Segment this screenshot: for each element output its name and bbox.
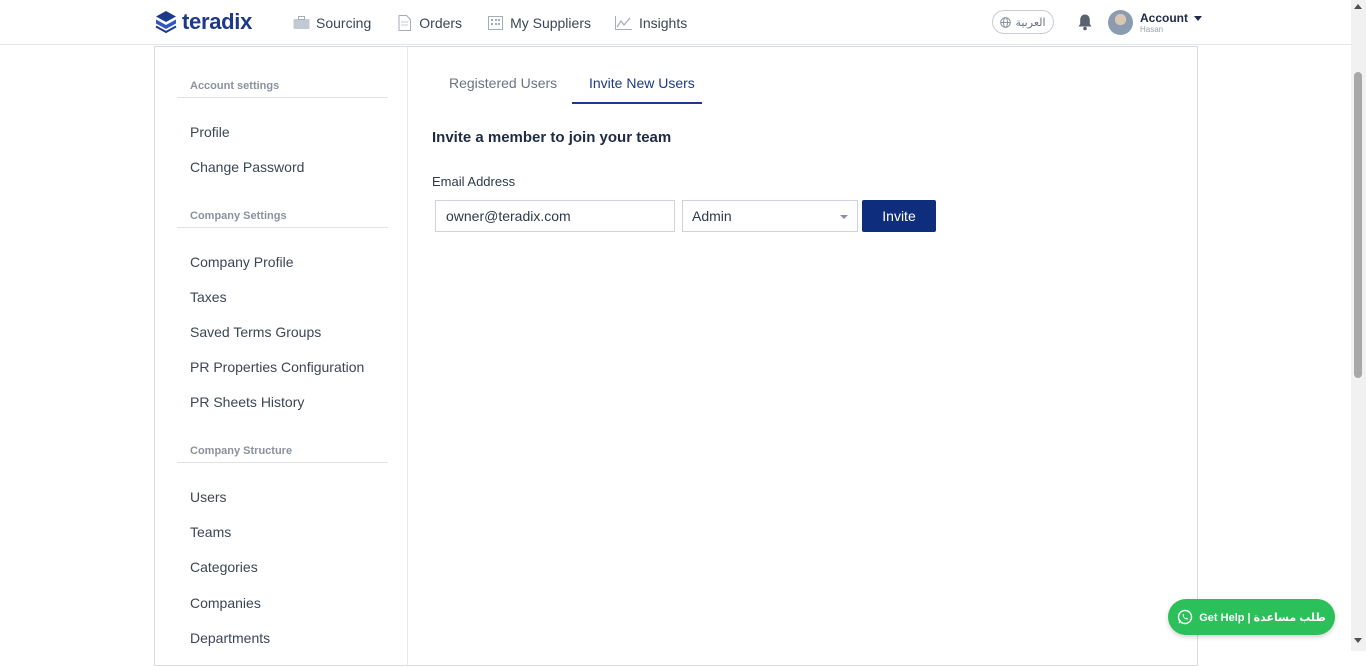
account-username: Hasan — [1140, 25, 1164, 34]
email-field[interactable] — [435, 200, 675, 232]
nav-sourcing-label: Sourcing — [316, 14, 372, 31]
logo-mark-icon — [155, 11, 177, 34]
nav-orders-label: Orders — [419, 14, 463, 31]
nav-insights-label: Insights — [638, 14, 688, 31]
sidebar-item-pr-properties-configuration[interactable]: PR Properties Configuration — [190, 359, 364, 375]
active-tab-indicator — [572, 102, 702, 104]
notifications-bell-icon[interactable] — [1076, 13, 1094, 31]
tab-invite-new-users[interactable]: Invite New Users — [589, 75, 695, 91]
tab-registered-users[interactable]: Registered Users — [449, 75, 557, 91]
sidebar-section-company-structure: Company Structure — [177, 445, 388, 463]
nav-my-suppliers[interactable]: My Suppliers — [486, 0, 591, 45]
settings-card: Account settings Profile Change Password… — [154, 46, 1198, 667]
avatar[interactable] — [1108, 10, 1133, 35]
briefcase-icon — [292, 14, 310, 32]
sidebar-item-users[interactable]: Users — [190, 489, 227, 505]
sidebar-item-companies[interactable]: Companies — [190, 595, 261, 611]
sidebar-item-departments[interactable]: Departments — [190, 630, 270, 646]
email-address-label: Email Address — [432, 174, 516, 189]
globe-icon — [1000, 16, 1012, 28]
scroll-down-arrow-icon[interactable] — [1354, 638, 1362, 643]
chevron-down-icon — [840, 215, 848, 219]
get-help-label: Get Help | طلب مساعدة — [1199, 611, 1326, 624]
sidebar-item-taxes[interactable]: Taxes — [190, 289, 227, 305]
chevron-down-icon — [1194, 15, 1202, 21]
sidebar-section-company-settings: Company Settings — [177, 210, 388, 228]
scroll-thumb[interactable] — [1354, 72, 1362, 378]
sidebar-item-teams[interactable]: Teams — [190, 524, 231, 540]
account-label-row: Account — [1140, 11, 1202, 25]
teradix-logo[interactable]: teradix — [154, 8, 252, 36]
sidebar-item-company-profile[interactable]: Company Profile — [190, 254, 294, 270]
sidebar-item-categories[interactable]: Categories — [190, 559, 258, 575]
top-navigation-bar: teradix Sourcing Orders My Suppliers Ins… — [0, 0, 1351, 45]
sidebar-item-profile[interactable]: Profile — [190, 124, 230, 140]
chart-icon — [615, 14, 633, 32]
account-label: Account — [1140, 11, 1188, 25]
brand-name: teradix — [182, 9, 253, 34]
page-scrollbar[interactable] — [1351, 0, 1366, 651]
invite-heading: Invite a member to join your team — [432, 129, 672, 146]
language-switch-button[interactable]: العربية — [992, 10, 1054, 34]
nav-my-suppliers-label: My Suppliers — [510, 14, 591, 31]
role-select[interactable]: Admin — [682, 200, 858, 232]
sidebar-item-pr-sheets-history[interactable]: PR Sheets History — [190, 394, 304, 410]
sidebar-item-change-password[interactable]: Change Password — [190, 159, 304, 175]
sidebar-item-saved-terms-groups[interactable]: Saved Terms Groups — [190, 324, 321, 340]
nav-orders[interactable]: Orders — [395, 0, 462, 45]
settings-sidebar: Account settings Profile Change Password… — [155, 47, 408, 667]
document-icon — [395, 14, 413, 32]
sidebar-section-account-settings: Account settings — [177, 80, 388, 98]
nav-insights[interactable]: Insights — [615, 0, 687, 45]
building-icon — [486, 14, 504, 32]
scroll-up-arrow-icon[interactable] — [1354, 4, 1362, 9]
account-menu[interactable]: Account Hasan — [1140, 11, 1202, 34]
main-nav: Sourcing Orders My Suppliers Insights — [292, 0, 711, 45]
nav-sourcing[interactable]: Sourcing — [292, 0, 371, 45]
role-select-value: Admin — [692, 208, 732, 224]
invite-button[interactable]: Invite — [862, 200, 936, 232]
get-help-button[interactable]: Get Help | طلب مساعدة — [1168, 599, 1335, 635]
language-label: العربية — [1015, 16, 1046, 29]
whatsapp-icon — [1177, 609, 1193, 625]
